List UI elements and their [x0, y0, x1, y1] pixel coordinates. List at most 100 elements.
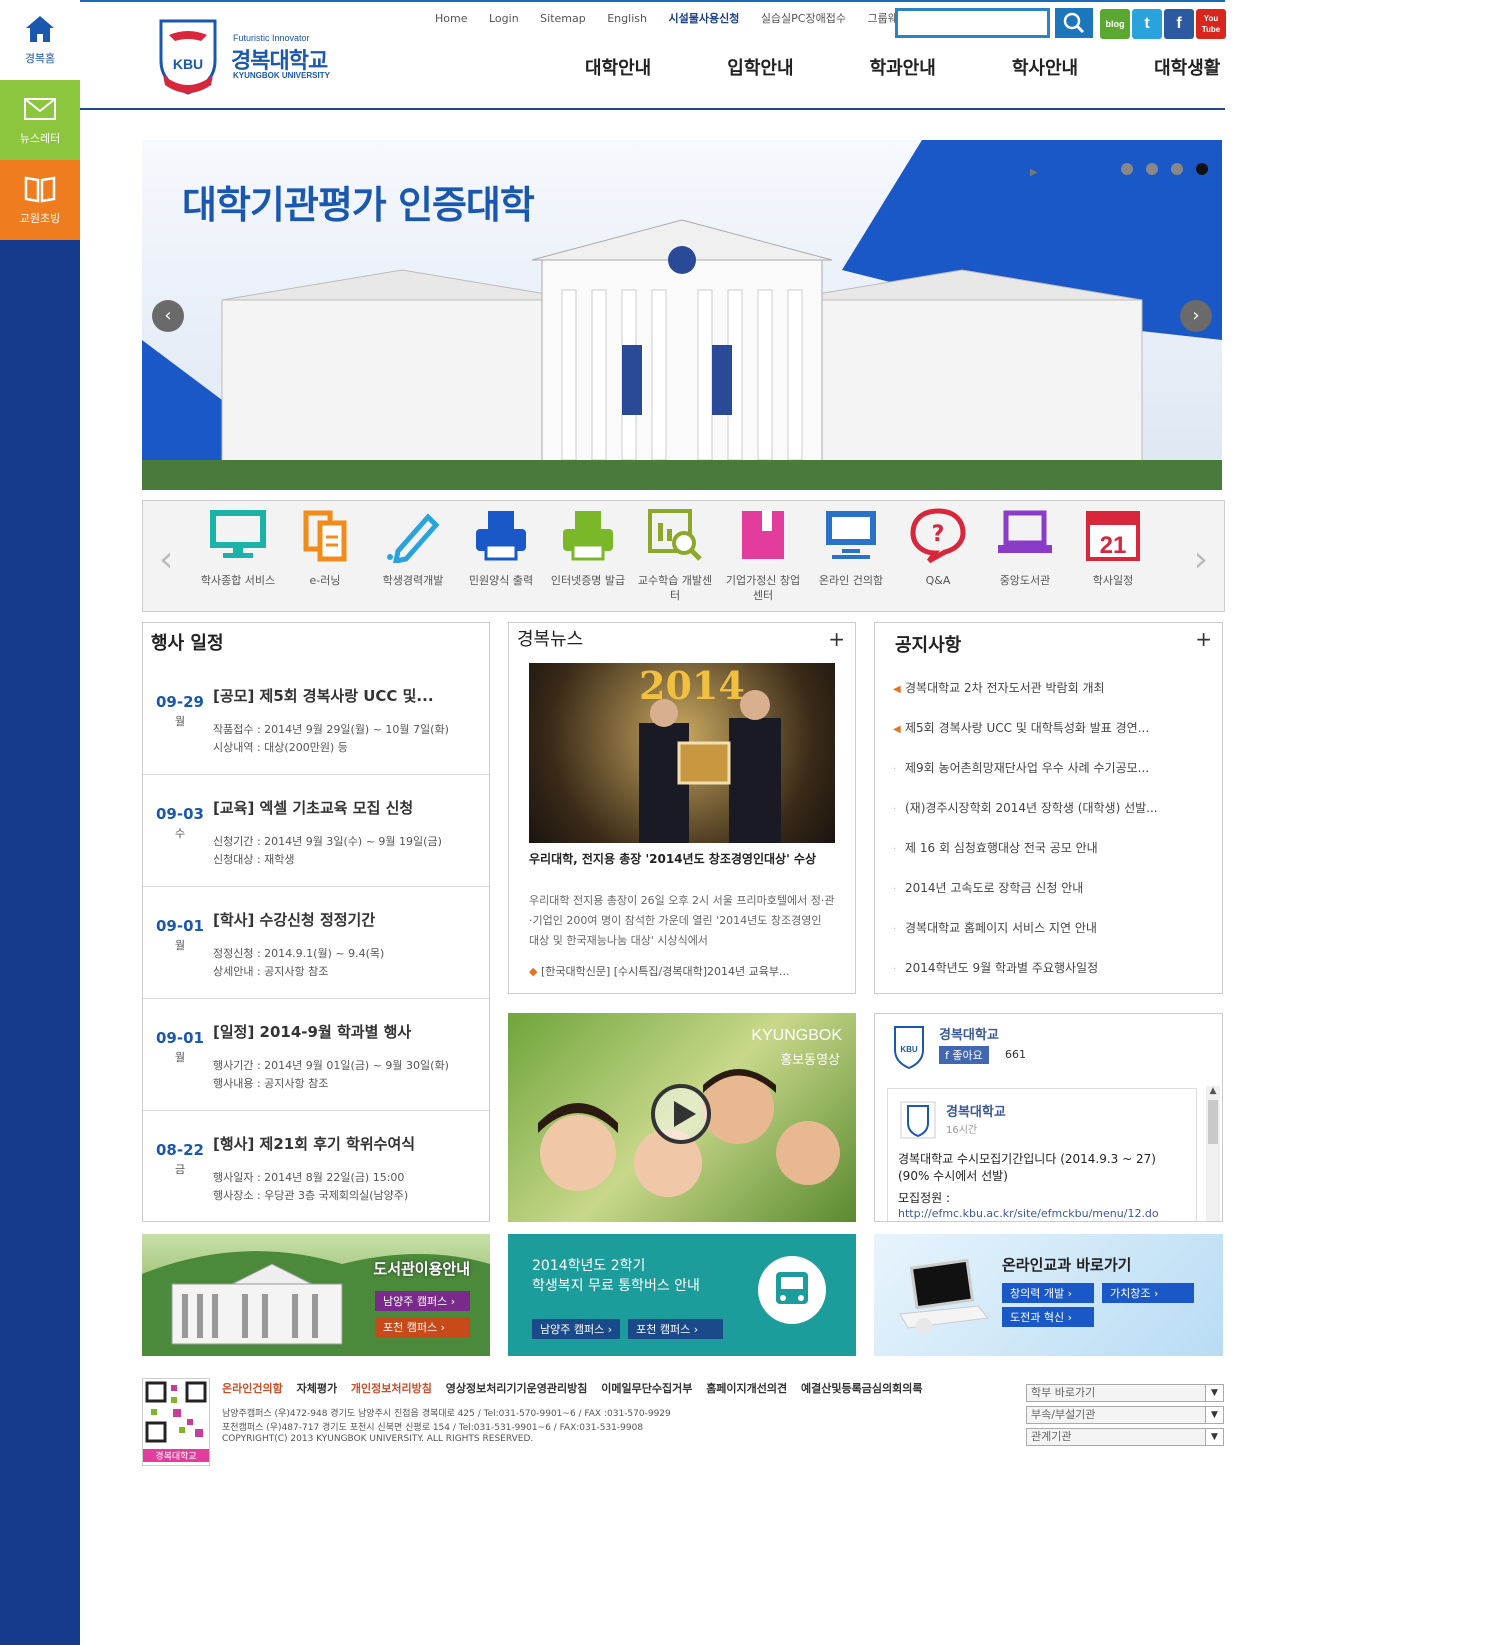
notice-item[interactable]: ◀ 제5회 경복사랑 UCC 및 대학특성화 발표 경연... — [893, 719, 1149, 736]
nav-campus-life[interactable]: 대학생활 — [1154, 54, 1290, 80]
quick-item-suggestion[interactable]: 온라인 건의함 — [811, 507, 891, 588]
notice-more-button[interactable]: + — [1195, 627, 1212, 651]
footer-link[interactable]: 개인정보처리방침 — [351, 1382, 432, 1395]
notice-item[interactable]: · 경복대학교 홈페이지 서비스 지연 안내 — [893, 919, 1097, 936]
quick-item-startup-center[interactable]: 기업가정신 창업센터 — [723, 507, 803, 603]
main-banner[interactable]: 대학기관평가 인증대학 ‹ › ▶ — [142, 140, 1222, 490]
event-item[interactable]: 09-01 월 [학사] 수강신청 정정기간 정정신청 : 2014.9.1(월… — [143, 887, 489, 999]
department-select[interactable]: 학부 바로가기 ▼ — [1026, 1384, 1224, 1402]
sidebar-item-recruit[interactable]: 교원초빙 — [0, 160, 80, 240]
quick-item-career[interactable]: 학생경력개발 — [373, 507, 453, 588]
notice-item[interactable]: · 2014년 고속도로 장학금 신청 안내 — [893, 879, 1083, 896]
quick-prev-button[interactable]: ‹ — [159, 539, 173, 580]
banner-prev-button[interactable]: ‹ — [152, 300, 184, 332]
search-button[interactable] — [1055, 8, 1093, 38]
notice-item-text[interactable]: 제9회 농어촌희망재단사업 우수 사례 수기공모... — [905, 761, 1149, 775]
footer-link[interactable]: 영상정보처리기기운영관리방침 — [446, 1382, 588, 1395]
util-facility[interactable]: 시설물사용신청 — [668, 12, 739, 25]
banner-dot[interactable] — [1145, 163, 1158, 175]
notice-item-text[interactable]: 경복대학교 홈페이지 서비스 지연 안내 — [905, 921, 1097, 935]
quick-item-elearning[interactable]: e-러닝 — [285, 507, 365, 588]
notice-item-text[interactable]: 경복대학교 2차 전자도서관 박람회 개최 — [905, 681, 1105, 695]
event-title[interactable]: [일정] 2014-9월 학과별 행사 — [213, 1021, 411, 1042]
search-input[interactable] — [895, 8, 1050, 38]
nav-departments[interactable]: 학과안내 — [870, 54, 1006, 80]
bus-namyangju-button[interactable]: 남양주 캠퍼스 › — [532, 1319, 621, 1339]
event-item[interactable]: 09-03 수 [교육] 엑셀 기초교육 모집 신청 신청기간 : 2014년 … — [143, 775, 489, 887]
quick-item-calendar[interactable]: 21 학사일정 — [1073, 507, 1153, 588]
util-login[interactable]: Login — [489, 12, 519, 25]
play-icon[interactable]: ▶ — [1030, 167, 1038, 178]
event-title[interactable]: [행사] 제21회 후기 학위수여식 — [213, 1133, 415, 1154]
fb-page-name[interactable]: 경복대학교 — [939, 1024, 999, 1043]
affiliated-select[interactable]: 부속/부설기관 ▼ — [1026, 1406, 1224, 1424]
banner-dot[interactable] — [1170, 163, 1183, 175]
notice-item-text[interactable]: 2014학년도 9월 학과별 주요행사일정 — [905, 961, 1098, 975]
fb-scroll-thumb[interactable] — [1208, 1100, 1218, 1144]
util-home[interactable]: Home — [435, 12, 467, 25]
quick-next-button[interactable]: › — [1194, 539, 1208, 580]
notice-item[interactable]: · (재)경주시장학회 2014년 장학생 (대학생) 선발... — [893, 799, 1158, 816]
quick-item-forms[interactable]: 민원양식 출력 — [461, 507, 541, 588]
youtube-icon[interactable]: You Tube — [1196, 9, 1226, 39]
online-course-banner[interactable]: 온라인교과 바로가기 창의력 개발 › 가치창조 › 도전과 혁신 › — [874, 1234, 1223, 1356]
fb-scrollbar[interactable]: ▲ — [1206, 1086, 1220, 1221]
nav-admission[interactable]: 입학안내 — [727, 54, 863, 80]
util-sitemap[interactable]: Sitemap — [540, 12, 586, 25]
event-title[interactable]: [교육] 엑셀 기초교육 모집 신청 — [213, 797, 413, 818]
news-image[interactable]: 2014 — [529, 663, 835, 843]
library-pocheon-button[interactable]: 포천 캠퍼스 › — [375, 1317, 470, 1337]
blog-icon[interactable]: blog — [1100, 9, 1130, 39]
quick-item-library[interactable]: 중앙도서관 — [985, 507, 1065, 588]
news-link-text[interactable]: [한국대학신문] [수시특집/경복대학]2014년 교육부... — [541, 965, 790, 978]
news-more-button[interactable]: + — [828, 627, 845, 651]
quick-item-teaching-center[interactable]: 교수학습 개발센터 — [635, 507, 715, 603]
footer-link[interactable]: 자체평가 — [297, 1382, 337, 1395]
notice-item[interactable]: · 2014학년도 9월 학과별 주요행사일정 — [893, 959, 1098, 976]
facebook-icon[interactable]: f — [1164, 9, 1194, 39]
footer-link[interactable]: 예결산및등록금심의회의록 — [801, 1382, 922, 1395]
footer-link[interactable]: 홈페이지개선의견 — [706, 1382, 787, 1395]
promo-video[interactable]: KYUNGBOK 홍보동영상 — [508, 1013, 856, 1222]
news-headline[interactable]: 우리대학, 전지용 총장 '2014년도 창조경영인대상' 수상 — [529, 851, 835, 867]
notice-item[interactable]: ◀ 경복대학교 2차 전자도서관 박람회 개최 — [893, 679, 1105, 696]
quick-item-academic-service[interactable]: 학사종합 서비스 — [198, 507, 278, 588]
library-banner[interactable]: 도서관이용안내 남양주 캠퍼스 › 포천 캠퍼스 › — [142, 1234, 490, 1356]
library-namyangju-button[interactable]: 남양주 캠퍼스 › — [375, 1291, 470, 1311]
fb-like-button[interactable]: f 좋아요 — [939, 1046, 989, 1064]
quick-item-qna[interactable]: ? Q&A — [898, 507, 978, 588]
creativity-button[interactable]: 창의력 개발 › — [1002, 1283, 1094, 1303]
challenge-button[interactable]: 도전과 혁신 › — [1002, 1307, 1094, 1327]
chevron-up-icon[interactable]: ▲ — [1206, 1086, 1220, 1096]
banner-dot[interactable] — [1120, 163, 1133, 175]
quick-item-certificate[interactable]: 인터넷증명 발급 — [548, 507, 628, 588]
event-item[interactable]: 08-22 금 [행사] 제21회 후기 학위수여식 행사일자 : 2014년 … — [143, 1111, 489, 1223]
util-english[interactable]: English — [607, 12, 647, 25]
fb-post-link[interactable]: http://efmc.kbu.ac.kr/site/efmckbu/menu/… — [898, 1207, 1159, 1220]
notice-item[interactable]: · 제 16 회 심청효행대상 전국 공모 안내 — [893, 839, 1098, 856]
footer-link[interactable]: 온라인건의함 — [222, 1382, 283, 1395]
sidebar-item-home[interactable]: 경복홈 — [0, 0, 80, 80]
news-link[interactable]: ◆ [한국대학신문] [수시특집/경복대학]2014년 교육부... — [529, 963, 835, 979]
sidebar-item-newsletter[interactable]: 뉴스레터 — [0, 80, 80, 160]
bus-pocheon-button[interactable]: 포천 캠퍼스 › — [628, 1319, 724, 1339]
qr-code[interactable]: 경복대학교 — [142, 1378, 210, 1466]
nav-academic[interactable]: 학사안내 — [1012, 54, 1148, 80]
event-item[interactable]: 09-01 월 [일정] 2014-9월 학과별 행사 행사기간 : 2014년… — [143, 999, 489, 1111]
notice-item[interactable]: · 제9회 농어촌희망재단사업 우수 사례 수기공모... — [893, 759, 1149, 776]
notice-item-text[interactable]: (재)경주시장학회 2014년 장학생 (대학생) 선발... — [905, 801, 1158, 815]
university-logo[interactable]: KBU Futuristic Innovator 경복대학교 KYUNGBOK … — [155, 17, 335, 102]
footer-link[interactable]: 이메일무단수집거부 — [601, 1382, 692, 1395]
util-pc-report[interactable]: 실습실PC장애접수 — [761, 12, 846, 25]
event-title[interactable]: [학사] 수강신청 정정기간 — [213, 909, 375, 930]
nav-about[interactable]: 대학안내 — [585, 54, 721, 80]
fb-post-author[interactable]: 경복대학교 — [946, 1101, 1006, 1120]
event-item[interactable]: 09-29 월 [공모] 제5회 경복사랑 UCC 및... 작품접수 : 20… — [143, 663, 489, 775]
play-button-icon[interactable] — [650, 1083, 712, 1145]
banner-dot-active[interactable] — [1196, 163, 1208, 175]
notice-item-text[interactable]: 제 16 회 심청효행대상 전국 공모 안내 — [905, 841, 1098, 855]
banner-next-button[interactable]: › — [1180, 300, 1212, 332]
notice-item-text[interactable]: 제5회 경복사랑 UCC 및 대학특성화 발표 경연... — [905, 721, 1149, 735]
twitter-icon[interactable]: t — [1132, 9, 1162, 39]
bus-banner[interactable]: 2014학년도 2학기 학생복지 무료 통학버스 안내 남양주 캠퍼스 › 포천 … — [508, 1234, 856, 1356]
